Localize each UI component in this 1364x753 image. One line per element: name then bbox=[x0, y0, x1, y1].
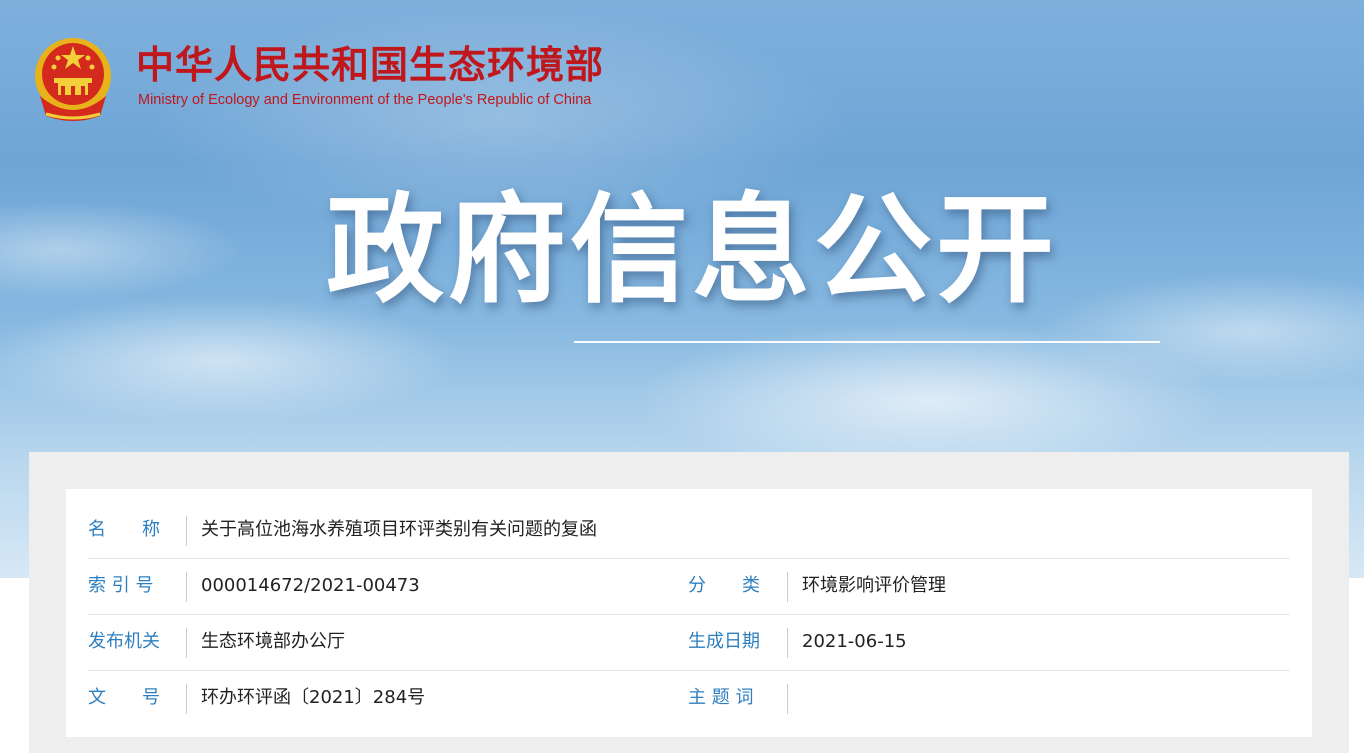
publisher-value: 生态环境部办公厅 bbox=[201, 631, 345, 652]
hero-title: 政府信息公开 bbox=[326, 181, 1059, 319]
publisher-label: 发布机关 bbox=[88, 631, 160, 652]
doc-no-label: 文 号 bbox=[88, 687, 160, 708]
doc-no-value: 环办环评函〔2021〕284号 bbox=[201, 687, 426, 708]
label-divider bbox=[186, 572, 187, 602]
info-row-publisher: 发布机关 生态环境部办公厅 生成日期 2021-06-15 bbox=[88, 614, 1290, 671]
info-row-index: 索 引 号 000014672/2021-00473 分 类 环境影响评价管理 bbox=[88, 558, 1290, 615]
category-label: 分 类 bbox=[688, 575, 760, 596]
name-label: 名 称 bbox=[88, 519, 160, 540]
date-value: 2021-06-15 bbox=[802, 631, 907, 652]
label-divider bbox=[787, 572, 788, 602]
label-divider bbox=[787, 684, 788, 714]
category-value: 环境影响评价管理 bbox=[802, 575, 946, 596]
info-row-name: 名 称 关于高位池海水养殖项目环评类别有关问题的复函 bbox=[88, 502, 1290, 559]
hero-divider bbox=[574, 341, 1160, 343]
label-divider bbox=[787, 628, 788, 658]
name-value: 关于高位池海水养殖项目环评类别有关问题的复函 bbox=[201, 519, 597, 540]
org-name-cn[interactable]: 中华人民共和国生态环境部 bbox=[136, 42, 604, 88]
label-divider bbox=[186, 684, 187, 714]
org-name-en[interactable]: Ministry of Ecology and Environment of t… bbox=[138, 92, 591, 108]
document-info-card: 名 称 关于高位池海水养殖项目环评类别有关问题的复函 索 引 号 0000146… bbox=[66, 489, 1312, 737]
index-label: 索 引 号 bbox=[88, 575, 154, 596]
label-divider bbox=[186, 628, 187, 658]
info-row-doc-no: 文 号 环办环评函〔2021〕284号 主 题 词 bbox=[88, 670, 1290, 726]
keywords-label: 主 题 词 bbox=[688, 687, 754, 708]
label-divider bbox=[186, 516, 187, 546]
date-label: 生成日期 bbox=[688, 631, 760, 652]
index-value: 000014672/2021-00473 bbox=[201, 575, 420, 596]
national-emblem-icon[interactable] bbox=[30, 36, 116, 126]
